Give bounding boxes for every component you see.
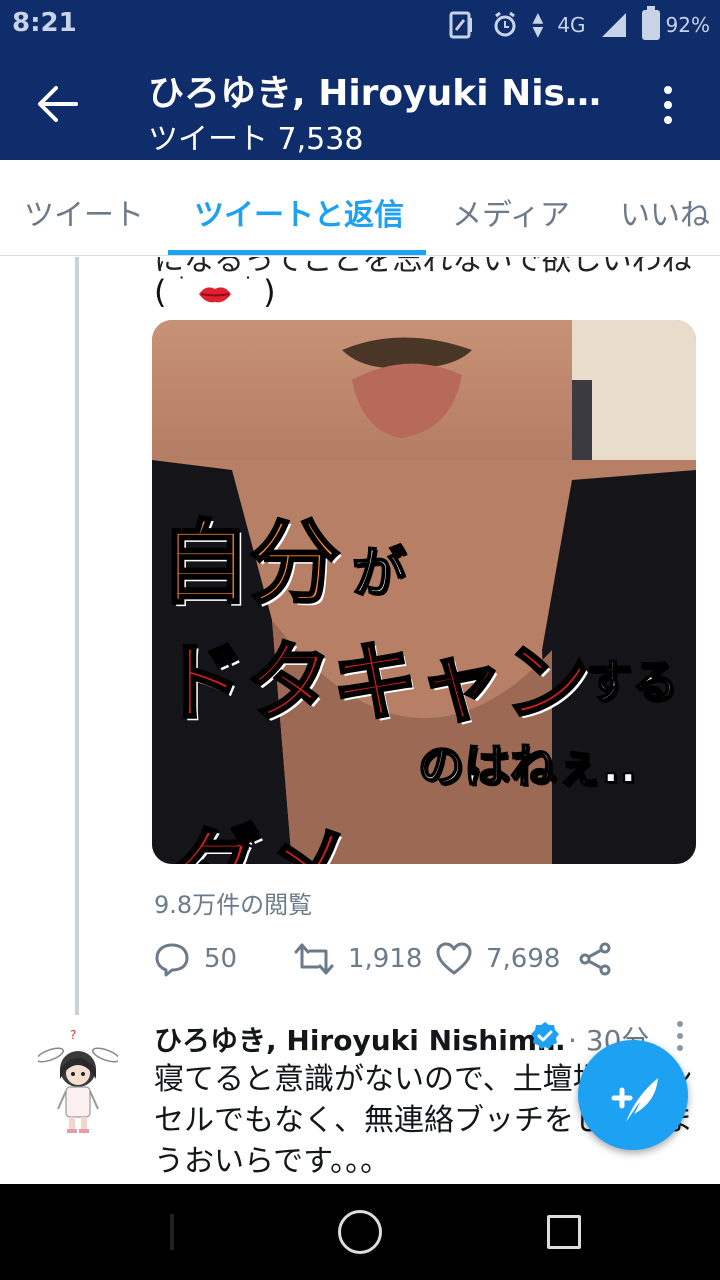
active-tab-indicator xyxy=(168,250,426,255)
share-icon xyxy=(579,942,611,976)
system-nav-bar xyxy=(0,1184,720,1280)
retweet-button[interactable]: 1,918 xyxy=(294,937,422,981)
avatar[interactable]: ? xyxy=(38,1025,118,1137)
verified-badge-icon xyxy=(531,1022,559,1049)
compose-tweet-button[interactable] xyxy=(578,1040,688,1150)
reply-count: 50 xyxy=(204,944,238,974)
tweet-count: ツイート 7,538 xyxy=(148,122,364,157)
thread-line xyxy=(75,257,79,1015)
svg-text:?: ? xyxy=(70,1028,76,1042)
arrow-left-icon[interactable] xyxy=(36,84,80,124)
caption-line1-big: 自分 xyxy=(159,510,342,618)
compose-feather-icon xyxy=(611,1078,658,1122)
share-button[interactable] xyxy=(578,937,612,981)
reply-icon xyxy=(155,943,189,977)
network-label: 4G xyxy=(557,13,586,37)
caption-line3: のはねぇ.. xyxy=(417,738,638,794)
profile-tabs: ツイート ツイートと返信 メディア いいね xyxy=(0,160,720,256)
signal-icon xyxy=(601,13,626,37)
data-arrows-icon: ▲ ▼ xyxy=(532,10,544,40)
view-count: 9.8万件の閲覧 xyxy=(154,891,313,919)
profile-header: ひろゆき, Hiroyuki Nis… ツイート 7,538 xyxy=(0,50,720,160)
tab-tweets[interactable]: ツイート xyxy=(24,190,144,234)
battery-icon xyxy=(641,6,660,40)
status-time: 8:21 xyxy=(12,8,77,38)
like-button[interactable]: 7,698 xyxy=(436,937,560,981)
battery: 92% xyxy=(641,6,710,40)
emoticon-close: ) xyxy=(263,273,276,311)
nav-recents-icon[interactable] xyxy=(547,1215,581,1249)
tab-likes[interactable]: いいね xyxy=(620,190,710,234)
battery-level: 92% xyxy=(665,13,710,37)
heart-icon xyxy=(436,942,472,975)
caption-line4: ダメ xyxy=(164,794,356,865)
status-bar: 8:21 ▲ ▼ 4G 92% xyxy=(0,0,720,50)
tab-media[interactable]: メディア xyxy=(452,190,570,234)
caption-line1-small: が xyxy=(351,540,407,605)
tweet-author-name[interactable]: ひろゆき, Hiroyuki Nishim… xyxy=(154,1019,565,1059)
nfc-icon xyxy=(449,11,472,39)
emoticon-open: ( xyxy=(154,273,167,311)
retweet-count: 1,918 xyxy=(348,944,423,974)
alarm-icon xyxy=(494,11,516,37)
retweet-icon xyxy=(294,943,334,975)
nav-home-icon[interactable] xyxy=(338,1210,382,1254)
caption-line2-small: する xyxy=(585,654,679,710)
more-vertical-icon[interactable] xyxy=(656,86,680,126)
profile-title: ひろゆき, Hiroyuki Nis… xyxy=(148,73,601,114)
reply-button[interactable]: 50 xyxy=(154,937,237,981)
nav-back-icon[interactable] xyxy=(148,1212,176,1252)
tweet-media-image[interactable]: 自分 が ドタキャン する のはねぇ.. ダメ xyxy=(152,320,696,864)
tab-tweets-and-replies[interactable]: ツイートと返信 xyxy=(194,190,404,234)
like-count: 7,698 xyxy=(486,944,561,974)
kiss-lips-icon xyxy=(198,287,231,303)
tweet-actions: 50 1,918 7,698 xyxy=(154,937,634,981)
tweet-emoticon-line: ( ˙ ˙ ) xyxy=(154,273,276,311)
status-icons: ▲ ▼ 4G 92% xyxy=(447,6,710,44)
caption-line2-big: ドタキャン xyxy=(159,632,592,735)
